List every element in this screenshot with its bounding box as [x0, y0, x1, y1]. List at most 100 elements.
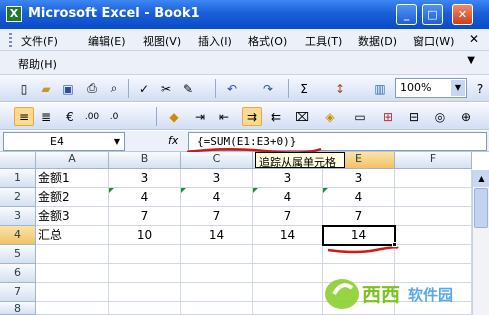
remove-all-arrows-icon[interactable]: ⌧	[292, 107, 312, 126]
cell-d3[interactable]: 7	[253, 207, 323, 226]
cell-d8[interactable]	[253, 302, 323, 315]
menu-format[interactable]: 格式(O)	[248, 33, 287, 49]
cell-c3[interactable]: 7	[181, 207, 253, 226]
menu-edit[interactable]: 编辑(E)	[88, 33, 126, 49]
increase-decimal-icon[interactable]: .00	[82, 107, 102, 126]
cell-b3[interactable]: 7	[109, 207, 181, 226]
cell-f5[interactable]	[395, 245, 472, 264]
cell-c5[interactable]	[181, 245, 253, 264]
trace-dependents-icon[interactable]: ⇉	[242, 107, 262, 126]
menu-window[interactable]: 窗口(W)	[413, 33, 454, 49]
menu-insert[interactable]: 插入(I)	[198, 33, 232, 49]
trace-error-icon[interactable]: ◈	[320, 107, 340, 126]
col-header-f[interactable]: F	[395, 152, 472, 169]
row-header-5[interactable]: 5	[0, 245, 36, 264]
cell-e4-active[interactable]: 14	[322, 225, 397, 247]
cell-a4[interactable]: 汇总	[36, 226, 109, 245]
trace-precedents-icon[interactable]: ⇥	[190, 107, 210, 126]
select-all-corner[interactable]	[0, 152, 36, 169]
cell-a8[interactable]	[36, 302, 109, 315]
cell-a7[interactable]	[36, 283, 109, 302]
cell-d6[interactable]	[253, 264, 323, 283]
col-header-a[interactable]: A	[36, 152, 109, 169]
remove-dependent-arrows-icon[interactable]: ⇇	[266, 107, 286, 126]
spelling-icon[interactable]: ✓	[134, 79, 154, 98]
cell-c7[interactable]	[181, 283, 253, 302]
scroll-up-icon[interactable]: ▲	[473, 170, 489, 187]
fill-handle[interactable]	[392, 242, 397, 247]
row-header-3[interactable]: 3	[0, 207, 36, 226]
help-icon[interactable]: ?	[470, 79, 489, 98]
cell-e3[interactable]: 7	[323, 207, 395, 226]
cell-b8[interactable]	[109, 302, 181, 315]
row-header-1[interactable]: 1	[0, 169, 36, 188]
menu-tools[interactable]: 工具(T)	[305, 33, 342, 49]
cell-a6[interactable]	[36, 264, 109, 283]
cell-e2[interactable]: 4	[323, 188, 395, 207]
close-button[interactable]: ✕	[452, 4, 473, 25]
cell-f3[interactable]	[395, 207, 472, 226]
row-header-2[interactable]: 2	[0, 188, 36, 207]
new-comment-icon[interactable]: ▭	[350, 107, 370, 126]
cell-b4[interactable]: 10	[109, 226, 181, 245]
row-header-4[interactable]: 4	[0, 226, 36, 245]
row-header-8[interactable]: 8	[0, 302, 36, 315]
evaluate-formula-icon[interactable]: ⊕	[456, 107, 476, 126]
scroll-thumb[interactable]	[474, 188, 488, 228]
cell-a5[interactable]	[36, 245, 109, 264]
row-header-6[interactable]: 6	[0, 264, 36, 283]
align-center-icon[interactable]: ≡	[14, 107, 34, 126]
cell-b2[interactable]: 4	[109, 188, 181, 207]
toolbar-options-icon[interactable]: ▼	[467, 55, 475, 66]
col-header-c[interactable]: C	[181, 152, 253, 169]
sort-icon[interactable]: ↕	[330, 79, 350, 98]
cut-icon[interactable]: ✂	[156, 79, 176, 98]
print-preview-icon[interactable]: ⌕	[104, 79, 124, 98]
clear-validation-circles-icon[interactable]: ⊟	[404, 107, 424, 126]
autosum-icon[interactable]: Σ	[294, 79, 314, 98]
cell-b7[interactable]	[109, 283, 181, 302]
close-workbook-icon[interactable]: ✕	[469, 32, 479, 46]
cell-c6[interactable]	[181, 264, 253, 283]
menu-help[interactable]: 帮助(H)	[18, 56, 57, 72]
cell-a3[interactable]: 金额3	[36, 207, 109, 226]
decrease-decimal-icon[interactable]: .0	[104, 107, 124, 126]
cell-e1[interactable]: 3	[323, 169, 395, 188]
chart-wizard-icon[interactable]: ▥	[370, 79, 390, 98]
cell-d5[interactable]	[253, 245, 323, 264]
cell-d1[interactable]: 3	[253, 169, 323, 188]
cell-d7[interactable]	[253, 283, 323, 302]
cell-c8[interactable]	[181, 302, 253, 315]
cell-b5[interactable]	[109, 245, 181, 264]
chevron-down-icon[interactable]: ▼	[451, 80, 465, 96]
print-icon[interactable]: ⎙	[82, 79, 102, 98]
save-icon[interactable]: ▣	[58, 79, 78, 98]
menu-data[interactable]: 数据(D)	[358, 33, 397, 49]
align-right-icon[interactable]: ≣	[36, 107, 56, 126]
undo-icon[interactable]: ↶	[222, 79, 242, 98]
maximize-button[interactable]: □	[422, 4, 443, 25]
name-box[interactable]: E4 ▼	[3, 132, 125, 151]
new-icon[interactable]: ▯	[14, 79, 34, 98]
col-header-b[interactable]: B	[109, 152, 181, 169]
show-watch-window-icon[interactable]: ◎	[430, 107, 450, 126]
cell-a2[interactable]: 金额2	[36, 188, 109, 207]
cell-f4[interactable]	[395, 226, 472, 245]
cell-c4[interactable]: 14	[181, 226, 253, 245]
chevron-down-icon[interactable]: ▼	[111, 134, 123, 149]
error-checking-icon[interactable]: ◆	[164, 107, 184, 126]
cell-f2[interactable]	[395, 188, 472, 207]
cell-d4[interactable]: 14	[253, 226, 323, 245]
insert-function-icon[interactable]: fx	[168, 134, 178, 147]
cell-c2[interactable]: 4	[181, 188, 253, 207]
minimize-button[interactable]: _	[396, 4, 417, 25]
menu-file[interactable]: 文件(F)	[21, 33, 58, 49]
format-painter-icon[interactable]: ✎	[178, 79, 198, 98]
cell-b6[interactable]	[109, 264, 181, 283]
currency-icon[interactable]: €	[60, 107, 80, 126]
zoom-select[interactable]: 100% ▼	[395, 78, 467, 98]
row-header-7[interactable]: 7	[0, 283, 36, 302]
open-icon[interactable]: ▰	[36, 79, 56, 98]
menu-view[interactable]: 视图(V)	[143, 33, 181, 49]
cell-f1[interactable]	[395, 169, 472, 188]
